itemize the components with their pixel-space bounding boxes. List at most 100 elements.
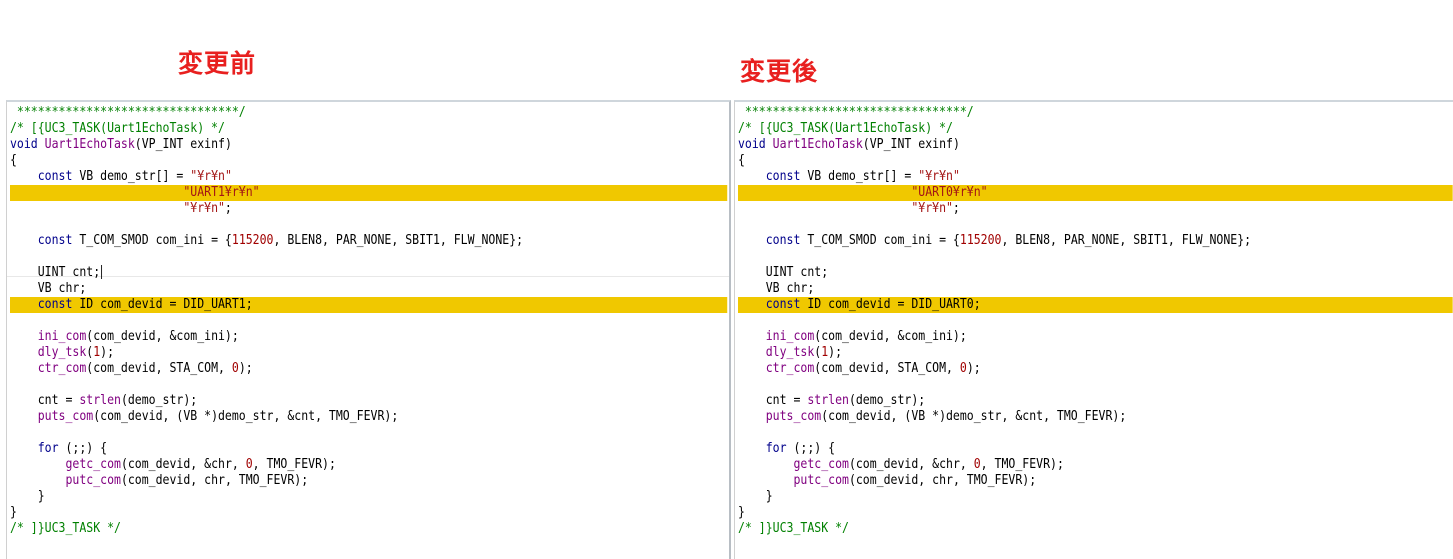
code-token-keyword: void xyxy=(10,137,38,152)
code-token-plain: VB chr; xyxy=(738,281,815,296)
code-line[interactable]: const VB demo_str[] = "¥r¥n" xyxy=(10,169,727,185)
code-token-plain: (com_devid, (VB *)demo_str, &cnt, TMO_FE… xyxy=(93,409,399,424)
highlighted-code-line[interactable]: "UART1¥r¥n" xyxy=(10,185,728,201)
code-token-plain: } xyxy=(10,489,45,504)
code-token-plain: (com_devid, chr, TMO_FEVR); xyxy=(120,473,309,488)
code-token-plain: ); xyxy=(828,345,843,360)
code-line[interactable]: const T_COM_SMOD com_ini = {115200, BLEN… xyxy=(738,233,1452,249)
code-line[interactable]: "¥r¥n"; xyxy=(10,201,727,217)
code-token-comment: ********************************/ xyxy=(10,105,246,120)
highlighted-code-line[interactable]: "UART0¥r¥n" xyxy=(738,185,1453,201)
highlighted-code-line[interactable]: const ID com_devid = DID_UART0; xyxy=(738,297,1453,313)
code-line[interactable]: VB chr; xyxy=(738,281,1452,297)
code-line[interactable]: putc_com(com_devid, chr, TMO_FEVR); xyxy=(738,473,1452,489)
code-token-comment: /* [{UC3_TASK(Uart1EchoTask) */ xyxy=(10,121,225,136)
code-line[interactable]: } xyxy=(10,489,727,505)
code-line[interactable]: UINT cnt; xyxy=(738,265,1452,281)
code-line[interactable]: ctr_com(com_devid, STA_COM, 0); xyxy=(738,361,1452,377)
code-line[interactable]: getc_com(com_devid, &chr, 0, TMO_FEVR); xyxy=(10,457,727,473)
code-line[interactable]: puts_com(com_devid, (VB *)demo_str, &cnt… xyxy=(738,409,1452,425)
code-token-plain: VB demo_str[] = xyxy=(72,169,191,184)
code-token-plain: , TMO_FEVR); xyxy=(980,457,1064,472)
code-line[interactable]: dly_tsk(1); xyxy=(10,345,727,361)
code-line[interactable]: void Uart1EchoTask(VP_INT exinf) xyxy=(738,137,1452,153)
code-token-keyword: const xyxy=(37,297,73,312)
code-line[interactable]: ********************************/ xyxy=(738,105,1452,121)
code-token-func: puts_com xyxy=(765,409,822,424)
code-line[interactable] xyxy=(10,217,727,233)
code-token-plain: ID com_devid = DID_UART0; xyxy=(800,297,981,312)
code-line[interactable]: ini_com(com_devid, &com_ini); xyxy=(10,329,727,345)
code-line[interactable]: putc_com(com_devid, chr, TMO_FEVR); xyxy=(10,473,727,489)
code-token-plain: ); xyxy=(238,361,253,376)
code-token-plain: } xyxy=(738,489,773,504)
code-line[interactable]: puts_com(com_devid, (VB *)demo_str, &cnt… xyxy=(10,409,727,425)
code-line[interactable]: /* [{UC3_TASK(Uart1EchoTask) */ xyxy=(10,121,727,137)
highlighted-code-line[interactable]: const ID com_devid = DID_UART1; xyxy=(10,297,728,313)
code-token-func: putc_com xyxy=(793,473,849,488)
code-editor-after[interactable]: ********************************//* [{UC… xyxy=(734,100,1453,559)
code-token-keyword: for xyxy=(765,441,787,456)
code-line[interactable] xyxy=(738,313,1452,329)
code-line[interactable] xyxy=(738,217,1452,233)
code-line[interactable] xyxy=(10,249,727,265)
code-line[interactable]: /* ]}UC3_TASK */ xyxy=(10,521,727,537)
code-token-plain: (;;) { xyxy=(58,441,108,456)
code-line[interactable]: { xyxy=(738,153,1452,169)
code-token-plain: cnt = xyxy=(738,393,808,408)
code-line[interactable]: VB chr; xyxy=(10,281,727,297)
code-line[interactable]: void Uart1EchoTask(VP_INT exinf) xyxy=(10,137,727,153)
code-token-keyword: const xyxy=(37,169,73,184)
code-line[interactable]: /* [{UC3_TASK(Uart1EchoTask) */ xyxy=(738,121,1452,137)
code-line[interactable] xyxy=(10,313,727,329)
code-line[interactable]: /* ]}UC3_TASK */ xyxy=(738,521,1452,537)
code-line[interactable]: ********************************/ xyxy=(10,105,727,121)
code-line[interactable]: } xyxy=(738,505,1452,521)
code-token-plain: T_COM_SMOD com_ini = { xyxy=(800,233,960,248)
code-token-func: Uart1EchoTask xyxy=(772,137,863,152)
code-token-plain: (VP_INT exinf) xyxy=(862,137,960,152)
code-token-plain: UINT cnt; xyxy=(738,265,829,280)
code-editor-before[interactable]: ********************************//* [{UC… xyxy=(6,100,731,559)
heading-after: 変更後 xyxy=(740,57,819,86)
code-line[interactable] xyxy=(10,425,727,441)
code-line[interactable]: UINT cnt; xyxy=(10,265,727,281)
code-line[interactable]: const T_COM_SMOD com_ini = {115200, BLEN… xyxy=(10,233,727,249)
code-line[interactable]: const VB demo_str[] = "¥r¥n" xyxy=(738,169,1452,185)
code-token-func: Uart1EchoTask xyxy=(44,137,135,152)
code-line[interactable]: { xyxy=(10,153,727,169)
code-line[interactable]: getc_com(com_devid, &chr, 0, TMO_FEVR); xyxy=(738,457,1452,473)
code-line[interactable]: for (;;) { xyxy=(10,441,727,457)
code-line[interactable]: ini_com(com_devid, &com_ini); xyxy=(738,329,1452,345)
code-line[interactable] xyxy=(738,249,1452,265)
code-line[interactable] xyxy=(738,377,1452,393)
code-line[interactable]: } xyxy=(10,505,727,521)
code-line[interactable]: cnt = strlen(demo_str); xyxy=(10,393,727,409)
code-token-string: "¥r¥n" xyxy=(918,169,960,184)
code-token-keyword: void xyxy=(738,137,766,152)
code-token-func: getc_com xyxy=(793,457,849,472)
code-line[interactable]: "¥r¥n"; xyxy=(738,201,1452,217)
code-token-plain: (VP_INT exinf) xyxy=(134,137,232,152)
code-token-func: strlen xyxy=(807,393,849,408)
code-token-string: "¥r¥n" xyxy=(190,169,232,184)
code-token-plain: (com_devid, (VB *)demo_str, &cnt, TMO_FE… xyxy=(821,409,1127,424)
code-line[interactable]: dly_tsk(1); xyxy=(738,345,1452,361)
code-line[interactable]: } xyxy=(738,489,1452,505)
code-line[interactable]: ctr_com(com_devid, STA_COM, 0); xyxy=(10,361,727,377)
code-token-plain: UINT cnt; xyxy=(10,265,101,280)
code-line[interactable]: cnt = strlen(demo_str); xyxy=(738,393,1452,409)
code-line[interactable] xyxy=(10,377,727,393)
code-token-comment: /* [{UC3_TASK(Uart1EchoTask) */ xyxy=(738,121,953,136)
code-token-plain: (com_devid, &com_ini); xyxy=(86,329,239,344)
code-line[interactable] xyxy=(738,425,1452,441)
code-line[interactable]: for (;;) { xyxy=(738,441,1452,457)
